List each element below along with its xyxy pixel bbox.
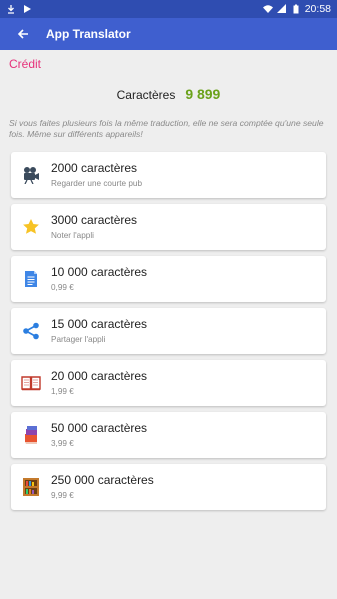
balance-value: 9 899 xyxy=(185,86,221,102)
offer-subtitle: 3,99 € xyxy=(51,438,74,448)
share-icon xyxy=(23,322,39,340)
film-camera-icon xyxy=(24,167,39,184)
offer-title: 50 000 caractères xyxy=(51,421,148,436)
offer-title: 3000 caractères xyxy=(51,213,138,228)
offer-title: 15 000 caractères xyxy=(51,317,148,332)
status-bar: 20:58 xyxy=(0,0,337,18)
offer-title: 2000 caractères xyxy=(51,161,138,176)
books-icon xyxy=(25,426,37,444)
offer-list: 2000 caractères Regarder une courte pub … xyxy=(11,152,326,516)
offer-item-watch-ad[interactable]: 2000 caractères Regarder une courte pub xyxy=(11,152,326,198)
battery-icon xyxy=(293,4,299,14)
status-time: 20:58 xyxy=(304,3,331,15)
star-icon xyxy=(23,219,39,234)
offer-title: 20 000 caractères xyxy=(51,369,148,384)
offer-item-rate-app[interactable]: 3000 caractères Noter l'appli xyxy=(11,204,326,250)
document-icon xyxy=(25,271,37,287)
offer-title: 10 000 caractères xyxy=(51,265,148,280)
wifi-icon xyxy=(262,5,273,13)
offer-subtitle: 0,99 € xyxy=(51,282,74,292)
arrow-back-icon xyxy=(17,29,28,39)
offer-subtitle: Noter l'appli xyxy=(51,230,94,240)
offer-item-50000[interactable]: 50 000 caractères 3,99 € xyxy=(11,412,326,458)
back-button[interactable] xyxy=(0,18,46,50)
offer-item-250000[interactable]: 250 000 caractères 9,99 € xyxy=(11,464,326,510)
notice-text: Si vous faites plusieurs fois la même tr… xyxy=(9,118,324,140)
app-bar: App Translator xyxy=(0,18,337,50)
offer-item-share-app[interactable]: 15 000 caractères Partager l'appli xyxy=(11,308,326,354)
open-book-icon xyxy=(21,376,41,391)
offer-item-10000[interactable]: 10 000 caractères 0,99 € xyxy=(11,256,326,302)
offer-subtitle: Regarder une courte pub xyxy=(51,178,143,188)
download-icon xyxy=(8,5,14,14)
play-store-icon xyxy=(24,5,31,13)
balance-label: Caractères xyxy=(116,88,176,102)
app-title: App Translator xyxy=(46,27,131,41)
offer-title: 250 000 caractères xyxy=(51,473,154,488)
signal-icon xyxy=(276,4,286,13)
offer-subtitle: 1,99 € xyxy=(51,386,74,396)
bookshelf-icon xyxy=(23,478,39,496)
offer-item-20000[interactable]: 20 000 caractères 1,99 € xyxy=(11,360,326,406)
offer-subtitle: Partager l'appli xyxy=(51,334,106,344)
balance-row: Caractères 9 899 xyxy=(0,86,337,102)
offer-subtitle: 9,99 € xyxy=(51,490,74,500)
page-title: Crédit xyxy=(9,57,42,71)
